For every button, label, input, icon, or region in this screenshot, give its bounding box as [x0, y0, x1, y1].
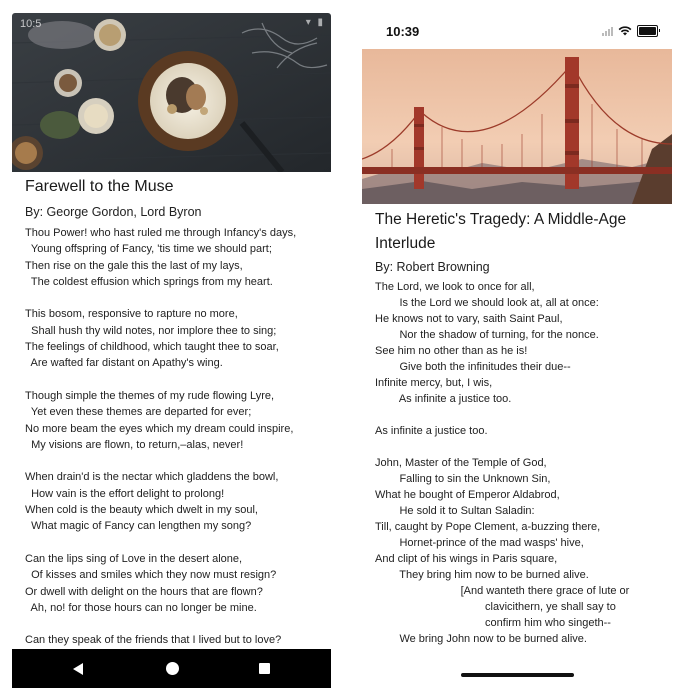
battery-icon [637, 25, 660, 37]
golden-gate-bridge-photo [362, 49, 672, 204]
header-image-bridge [362, 49, 672, 204]
nav-back-button[interactable] [58, 649, 98, 688]
recents-icon [258, 663, 270, 674]
home-icon [165, 662, 179, 675]
poem-text: Thou Power! who hast ruled me through In… [25, 227, 297, 647]
nav-home-button[interactable] [152, 649, 192, 688]
status-time: 10:5 [20, 18, 42, 30]
ios-status-bar: 10:39 [362, 13, 672, 49]
status-time: 10:39 [386, 24, 420, 39]
status-icons [602, 25, 660, 37]
poem-title: Farewell to the Muse [25, 178, 174, 195]
android-status-bar: 10:5 ▾ ▮ [12, 13, 331, 37]
status-icons: ▾ ▮ [305, 17, 325, 28]
nav-recents-button[interactable] [244, 649, 284, 688]
home-indicator[interactable] [461, 673, 574, 677]
wifi-icon [618, 26, 632, 36]
android-screen: 10:5 ▾ ▮ Farewell to the Muse By: George… [12, 13, 331, 688]
poem-author: By: George Gordon, Lord Byron [25, 205, 202, 219]
poem-text: The Lord, we look to once for all, Is th… [375, 281, 630, 645]
header-image-food: 10:5 ▾ ▮ [12, 13, 331, 172]
back-icon [73, 662, 83, 675]
android-navigation-bar [12, 649, 331, 688]
ios-screen: 10:39 The Heretic's Tragedy: A Middle-Ag… [362, 13, 672, 688]
poem-author: By: Robert Browning [375, 260, 490, 274]
poem-title: The Heretic's Tragedy: A Middle-Age Inte… [375, 211, 627, 252]
cellular-signal-icon [602, 26, 613, 36]
